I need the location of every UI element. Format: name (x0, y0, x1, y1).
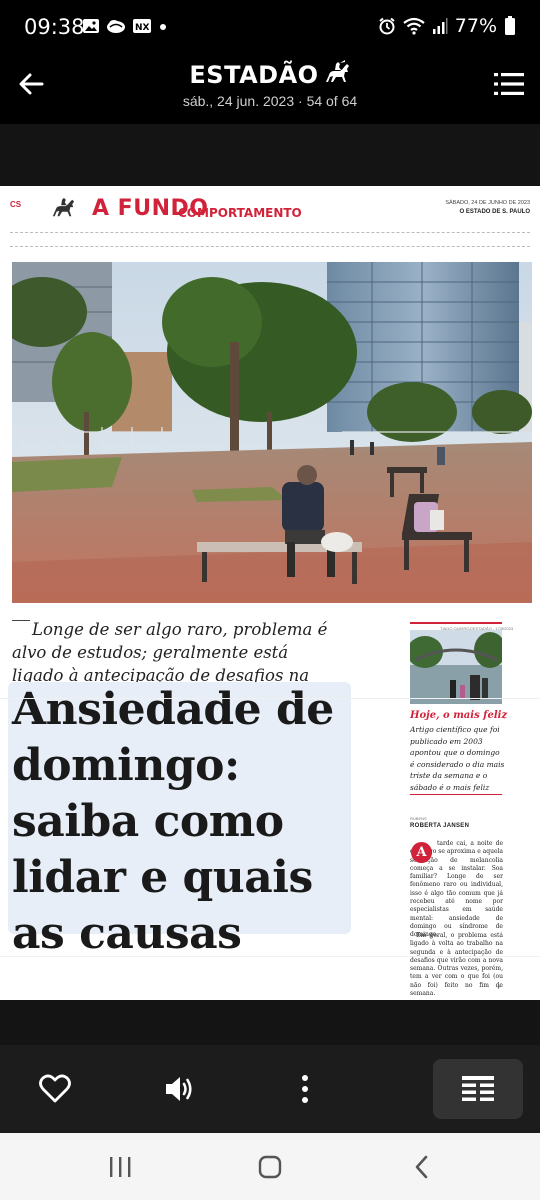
news-icon: NX (133, 19, 151, 33)
byline-label: RUBENS (410, 816, 427, 821)
more-options-button[interactable] (281, 1065, 329, 1113)
viewer-background (0, 124, 540, 186)
home-icon (258, 1155, 282, 1179)
article-photo (12, 262, 532, 603)
wifi-icon (403, 17, 425, 35)
page-bleed-line (0, 956, 540, 957)
heart-icon (39, 1074, 71, 1103)
signal-icon (432, 18, 448, 34)
back-icon (415, 1155, 428, 1179)
reader-toolbar (0, 1045, 540, 1133)
section-subtitle: COMPORTAMENTO (178, 206, 302, 220)
more-vertical-icon (302, 1075, 308, 1103)
alarm-icon (379, 17, 395, 35)
read-aloud-button[interactable] (156, 1065, 204, 1113)
notification-icons: NX (82, 18, 168, 34)
dropcap: A (411, 842, 432, 863)
continues-mark: + (496, 982, 502, 992)
recent-apps-icon (110, 1157, 131, 1177)
horse-rider-logo-icon (325, 60, 349, 82)
edition-info: sáb., 24 jun. 2023 · 54 of 64 (182, 93, 358, 109)
system-icons: 77% (378, 15, 516, 37)
sidebar-rule (410, 794, 502, 795)
status-time: 09:38 (24, 15, 85, 39)
page-bleed-line (0, 698, 540, 699)
sidebar-photo (410, 630, 502, 704)
gallery-icon (83, 19, 99, 33)
battery-icon (505, 16, 515, 35)
home-button[interactable] (250, 1151, 290, 1183)
paper-name: O ESTADO DE S. PAULO (459, 209, 530, 215)
viewer-background (0, 1000, 540, 1045)
system-back-button[interactable] (402, 1151, 442, 1183)
divider (10, 246, 530, 247)
article-headline[interactable]: Ansiedade de domingo: saiba como lidar e… (12, 682, 352, 962)
brand-name: ESTADÃO (189, 61, 319, 89)
paper-date: SÁBADO, 24 DE JUNHO DE 2023 (445, 200, 530, 206)
recent-apps-button[interactable] (100, 1151, 140, 1183)
article-view-button[interactable] (454, 1065, 502, 1113)
byline: ROBERTA JANSEN (410, 823, 470, 829)
battery-percentage: 77% (454, 15, 497, 37)
horse-rider-logo-icon (52, 197, 75, 217)
svg-text:NX: NX (135, 23, 150, 33)
android-navigation-bar (0, 1133, 540, 1200)
sidebar-text: Artigo científico que foi publicado em 2… (410, 725, 505, 792)
newspaper-page[interactable]: CS A FUNDO COMPORTAMENTO SÁBADO, 24 DE J… (0, 186, 540, 1000)
page-masthead: CS A FUNDO COMPORTAMENTO SÁBADO, 24 DE J… (10, 194, 530, 224)
app-header: ESTADÃO sáb., 24 jun. 2023 · 54 of 64 (0, 56, 540, 124)
section-code: CS (10, 200, 22, 209)
brand-title: ESTADÃO (0, 60, 540, 89)
headline-highlight[interactable]: Ansiedade de domingo: saiba como lidar e… (8, 682, 351, 959)
paper-dateline: SÁBADO, 24 DE JUNHO DE 2023 O ESTADO DE … (445, 199, 530, 217)
article-body-paragraph: Em geral, o problema está ligado à volta… (410, 932, 503, 998)
sidebar-title: Hoje, o mais feliz (410, 710, 508, 721)
kicker-dash (12, 620, 30, 621)
speaker-icon (166, 1077, 192, 1101)
favorite-button[interactable] (31, 1065, 79, 1113)
article-view-icon (462, 1076, 494, 1101)
divider (10, 232, 530, 233)
list-menu-icon[interactable] (494, 72, 524, 96)
cloud-icon (107, 20, 125, 33)
sidebar-rule (410, 622, 502, 624)
status-bar: 09:38 NX 77% (0, 0, 540, 56)
dot-icon (160, 24, 166, 30)
